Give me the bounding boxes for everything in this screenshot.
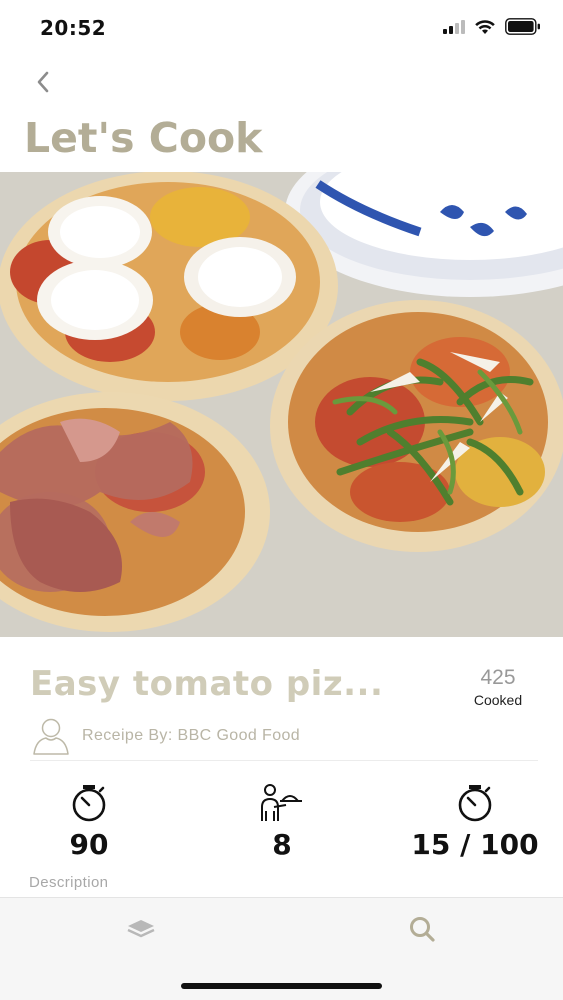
stopwatch-icon [458,785,492,822]
stat-servings-value: 8 [272,828,292,861]
page-title: Let's Cook [24,114,263,162]
stopwatch-icon [72,785,106,822]
status-time: 20:52 [40,16,107,40]
stat-servings: 8 [192,782,372,861]
pizza-photo [0,172,563,637]
signal-icon [443,19,465,34]
description-label: Description [29,874,109,891]
status-bar: 20:52 [0,0,563,56]
author-row: Receipe By: BBC Good Food [30,716,300,756]
hero-image [0,172,563,637]
wifi-icon [475,19,495,34]
status-icons [443,18,541,35]
cooked-count-block: 425 Cooked [463,666,533,708]
tab-layers[interactable] [119,914,163,944]
author-text: Receipe By: BBC Good Food [82,727,301,744]
recipe-title: Easy tomato piz... [30,664,384,704]
stats-row: 90 8 15 / 100 [0,782,563,882]
waiter-serving-icon [261,784,302,821]
search-icon [410,917,435,942]
stat-progress-value: 15 / 100 [411,828,539,861]
divider [30,760,538,761]
user-icon [33,718,69,755]
cooked-label: Cooked [473,692,523,708]
stat-time: 90 [0,782,179,861]
stat-progress: 15 / 100 [385,782,563,861]
stat-time-value: 90 [69,828,109,861]
chevron-left-icon [37,71,49,93]
back-button[interactable] [28,64,58,100]
tab-search[interactable] [400,914,444,944]
battery-icon [505,18,540,35]
home-indicator [181,983,382,989]
cooked-count: 425 [480,666,516,689]
layers-icon [127,920,155,938]
